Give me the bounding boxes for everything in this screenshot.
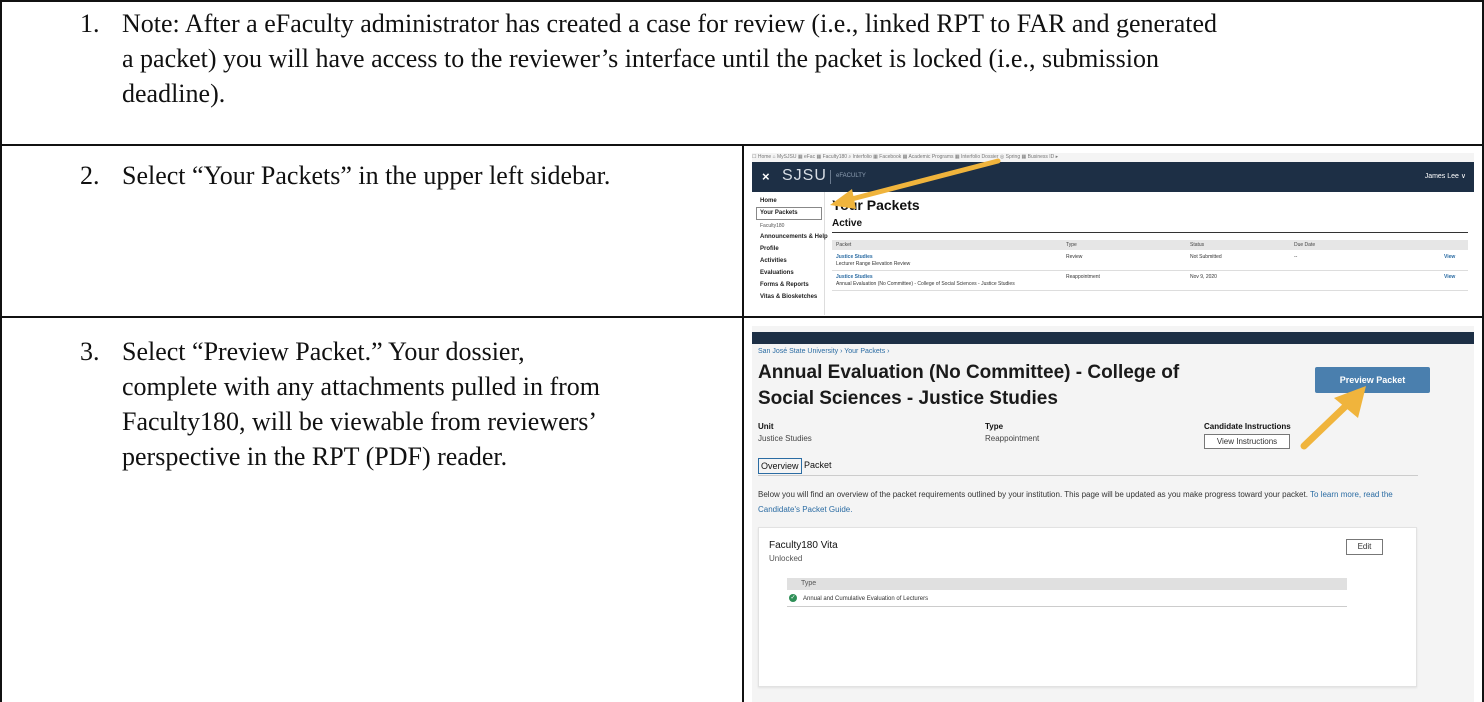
step-text-line: deadline).	[122, 79, 226, 108]
step-number: 1.	[80, 9, 100, 38]
packet-overview-screenshot: San José State University › Your Packets…	[752, 326, 1474, 702]
step-text-line: Select “Preview Packet.” Your dossier,	[122, 337, 525, 366]
highlight-arrow-icon	[830, 158, 1001, 209]
your-packets-screenshot: ☐ Home ⌂ MySJSU ▦ eFac ▦ Faculty180 ⌕ In…	[752, 153, 1474, 315]
step-text-line: Note: After a eFaculty administrator has…	[122, 9, 1217, 38]
step-text-line: Faculty180, will be viewable from review…	[122, 407, 598, 436]
step-text-line: Select “Your Packets” in the upper left …	[122, 161, 611, 190]
highlight-arrow-icon	[1300, 386, 1366, 450]
step-text-line: complete with any attachments pulled in …	[122, 372, 600, 401]
step-text-line: perspective in the RPT (PDF) reader.	[122, 442, 508, 471]
step-number: 2.	[80, 161, 100, 190]
step-text-line: a packet) you will have access to the re…	[122, 44, 1159, 73]
step-number: 3.	[80, 337, 100, 366]
